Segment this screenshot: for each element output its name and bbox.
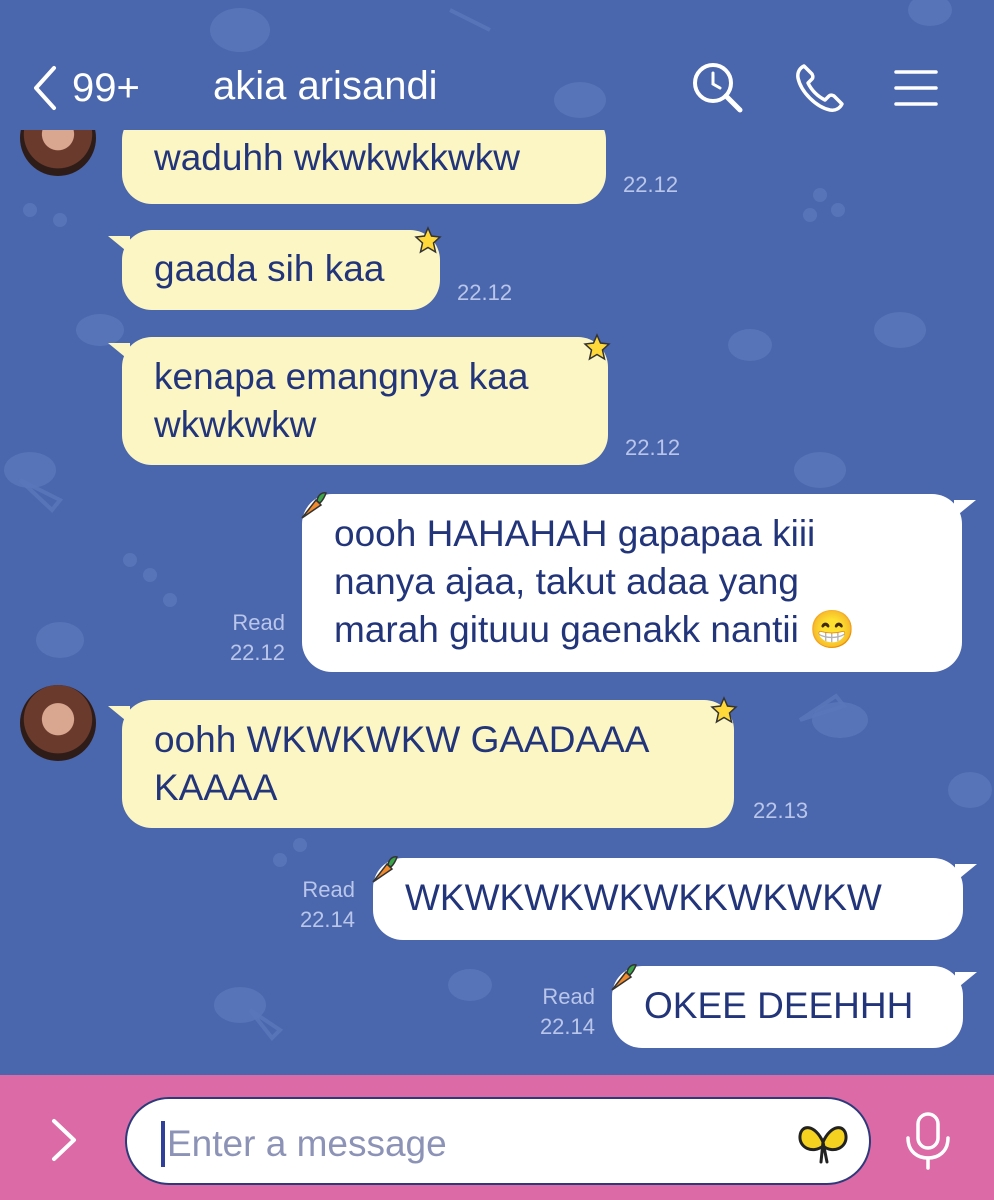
message-bubble-outgoing[interactable]: OKEE DEEHHH bbox=[612, 966, 977, 1048]
read-receipt: Read 22.14 bbox=[510, 982, 595, 1042]
message-input[interactable]: Enter a message bbox=[125, 1097, 871, 1185]
message-bubble-outgoing[interactable]: WKWKWKWKWKKWKWKW bbox=[373, 858, 977, 940]
search-icon bbox=[693, 63, 743, 113]
message-time: 22.13 bbox=[753, 798, 809, 823]
carrot-icon bbox=[301, 492, 327, 519]
chevron-left-icon bbox=[34, 66, 56, 110]
message-time: 22.12 bbox=[457, 280, 513, 305]
message-line: marah gituuu gaenakk nantii 😁 bbox=[334, 609, 856, 650]
message-time: 22.12 bbox=[623, 172, 679, 197]
message-text: gaada sih kaa bbox=[154, 248, 385, 289]
read-label: Read bbox=[302, 877, 355, 902]
message-text: waduhh wkwkwkkwkw bbox=[154, 137, 520, 178]
menu-button[interactable] bbox=[890, 62, 942, 114]
message-bubble-incoming[interactable]: oohh WKWKWKW GAADAAA KAAAA bbox=[108, 700, 734, 828]
message-time: 22.12 bbox=[625, 435, 681, 460]
message-time: 22.14 bbox=[539, 1014, 595, 1039]
message-text: WKWKWKWKWKKWKWKW bbox=[405, 877, 882, 918]
expand-button[interactable] bbox=[40, 1115, 90, 1165]
sticker-button[interactable] bbox=[795, 1120, 851, 1166]
back-button[interactable]: 99+ bbox=[30, 58, 180, 118]
message-bubble-incoming[interactable]: waduhh wkwkwkkwkw bbox=[122, 130, 606, 204]
message-placeholder: Enter a message bbox=[167, 1123, 447, 1164]
message-line: kenapa emangnya kaa bbox=[154, 356, 529, 397]
star-icon bbox=[583, 333, 611, 361]
carrot-icon bbox=[611, 964, 637, 991]
message-bubble-outgoing[interactable]: oooh HAHAHAH gapapaa kiii nanya ajaa, ta… bbox=[302, 494, 976, 672]
chat-title: akia arisandi bbox=[213, 64, 438, 108]
mic-button[interactable] bbox=[902, 1110, 954, 1172]
avatar[interactable] bbox=[20, 685, 96, 761]
message-line: oooh HAHAHAH gapapaa kiii bbox=[334, 513, 816, 554]
text-cursor bbox=[161, 1121, 165, 1167]
star-icon bbox=[414, 226, 442, 254]
read-label: Read bbox=[542, 984, 595, 1009]
message-text: OKEE DEEHHH bbox=[644, 985, 914, 1026]
phone-icon bbox=[796, 64, 844, 112]
message-line: KAAAA bbox=[154, 767, 278, 808]
sticker-icon bbox=[798, 1126, 848, 1164]
search-button[interactable] bbox=[690, 60, 746, 116]
message-list: waduhh wkwkwkkwkw 22.12 gaada sih kaa 22… bbox=[0, 130, 994, 1075]
carrot-icon bbox=[372, 856, 398, 883]
chat-header: 99+ akia arisandi bbox=[0, 0, 994, 130]
message-time: 22.14 bbox=[299, 907, 355, 932]
star-icon bbox=[710, 696, 738, 724]
message-time: 22.12 bbox=[229, 640, 285, 665]
microphone-icon bbox=[906, 1112, 950, 1170]
message-line: nanya ajaa, takut adaa yang bbox=[334, 561, 799, 602]
chevron-right-icon bbox=[52, 1119, 76, 1161]
unread-count: 99+ bbox=[72, 65, 140, 110]
message-bubble-incoming[interactable]: gaada sih kaa bbox=[108, 230, 440, 310]
read-receipt: Read 22.12 bbox=[200, 608, 285, 668]
message-line: wkwkwkw bbox=[154, 404, 317, 445]
message-line: oohh WKWKWKW GAADAAA bbox=[154, 719, 650, 760]
call-button[interactable] bbox=[792, 60, 848, 116]
read-label: Read bbox=[232, 610, 285, 635]
menu-icon bbox=[894, 70, 938, 106]
message-bubble-incoming[interactable]: kenapa emangnya kaa wkwkwkw bbox=[108, 337, 608, 465]
avatar[interactable] bbox=[20, 130, 96, 176]
read-receipt: Read 22.14 bbox=[270, 875, 355, 935]
